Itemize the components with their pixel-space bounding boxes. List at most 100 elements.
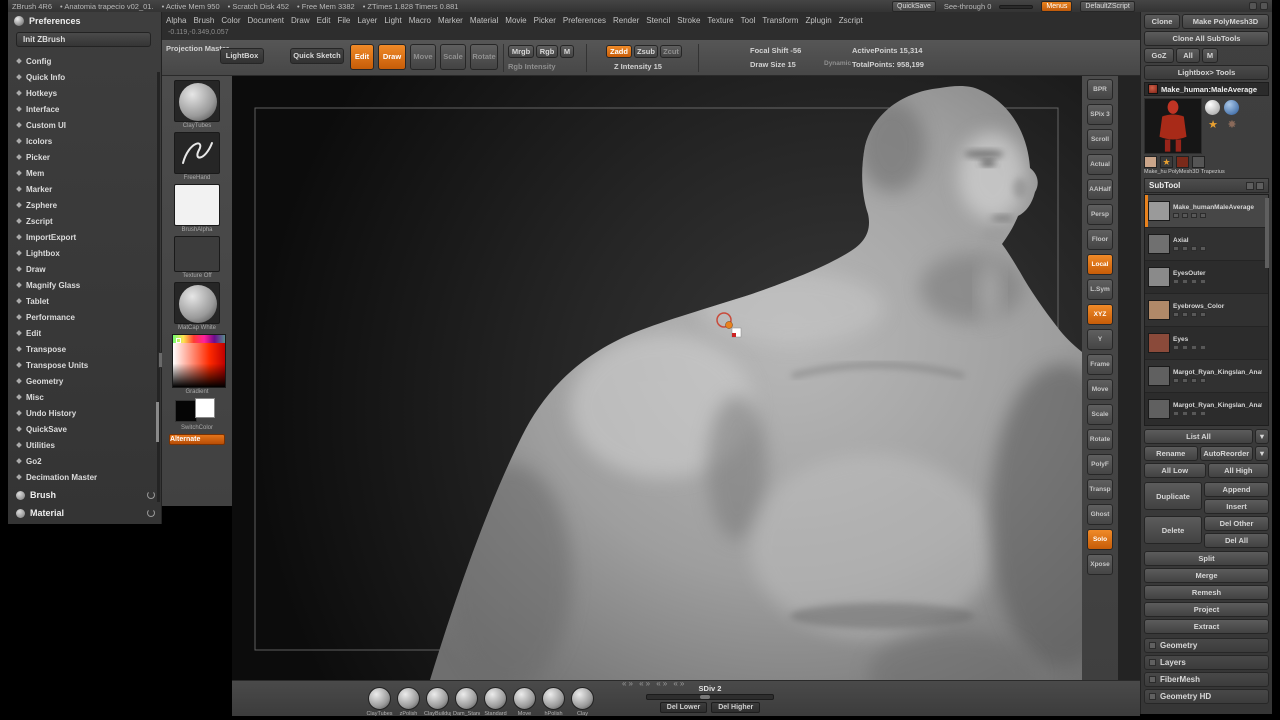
sculpt-toggle-icon[interactable]: [1191, 378, 1197, 383]
see-through-slider[interactable]: [999, 4, 1034, 9]
sculpt-toggle-icon[interactable]: [1191, 213, 1197, 218]
subtool-extra-icon[interactable]: [1200, 279, 1206, 284]
simplebrush-icon[interactable]: [1205, 100, 1220, 115]
zsphere-icon[interactable]: ✸: [1224, 118, 1240, 132]
recent-tool-thumbnail[interactable]: [1144, 156, 1157, 168]
subtool-row[interactable]: Margot_Ryan_Kingslan_Anatomy: [1145, 360, 1268, 393]
menu-item[interactable]: Material: [470, 16, 498, 25]
viewport-shelf-icon[interactable]: BPR: [1087, 79, 1113, 100]
subtool-row[interactable]: Axial: [1145, 228, 1268, 261]
preferences-item[interactable]: Picker: [8, 149, 161, 165]
quicksave-button[interactable]: QuickSave: [892, 1, 936, 12]
menu-item[interactable]: Marker: [438, 16, 463, 25]
viewport-shelf-icon[interactable]: Y: [1087, 329, 1113, 350]
menus-button[interactable]: Menus: [1041, 1, 1073, 12]
zsub-button[interactable]: Zsub: [634, 45, 658, 58]
menu-item[interactable]: Draw: [291, 16, 310, 25]
menu-item[interactable]: Color: [221, 16, 240, 25]
brush-preset[interactable]: zPolish: [395, 687, 422, 717]
polypaint-icon[interactable]: [1182, 246, 1188, 251]
menu-item[interactable]: Movie: [505, 16, 526, 25]
subtool-group-button[interactable]: Project: [1144, 602, 1269, 617]
window-config-icon[interactable]: [1260, 2, 1268, 10]
subtool-row[interactable]: Eyes: [1145, 327, 1268, 360]
preferences-item[interactable]: Magnify Glass: [8, 277, 161, 293]
viewport-shelf-icon[interactable]: Local: [1087, 254, 1113, 275]
insert-button[interactable]: Insert: [1204, 499, 1269, 514]
brush-preset[interactable]: ClayBuildup: [424, 687, 451, 717]
del-higher-button[interactable]: Del Higher: [711, 702, 761, 713]
preferences-item[interactable]: Transpose Units: [8, 357, 161, 373]
viewport-shelf-icon[interactable]: Floor: [1087, 229, 1113, 250]
preferences-item[interactable]: Performance: [8, 309, 161, 325]
sculpt-toggle-icon[interactable]: [1191, 345, 1197, 350]
edit-mode-button[interactable]: Edit: [350, 44, 374, 70]
subtool-section-header[interactable]: SubTool: [1144, 178, 1269, 193]
alternate-button[interactable]: Alternate: [169, 434, 225, 445]
current-alpha-swatch[interactable]: BrushAlpha: [172, 184, 222, 233]
preferences-item[interactable]: Misc: [8, 389, 161, 405]
preferences-item[interactable]: Geometry: [8, 373, 161, 389]
viewport-shelf-icon[interactable]: L.Sym: [1087, 279, 1113, 300]
rgb-button[interactable]: Rgb: [536, 45, 558, 58]
subtool-group-button[interactable]: Merge: [1144, 568, 1269, 583]
viewport-shelf-icon[interactable]: SPix 3: [1087, 104, 1113, 125]
goz-all-button[interactable]: All: [1176, 48, 1200, 63]
menu-item[interactable]: Preferences: [563, 16, 606, 25]
preferences-item[interactable]: Interface: [8, 101, 161, 117]
viewport-shelf-icon[interactable]: Persp: [1087, 204, 1113, 225]
rename-button[interactable]: Rename: [1144, 446, 1198, 461]
viewport-shelf-icon[interactable]: AAHalf: [1087, 179, 1113, 200]
polypaint-icon[interactable]: [1182, 378, 1188, 383]
preferences-item[interactable]: ImportExport: [8, 229, 161, 245]
init-zbrush-button[interactable]: Init ZBrush: [16, 32, 151, 47]
polymesh-star-icon[interactable]: ★: [1205, 118, 1221, 132]
tool-section-header[interactable]: Geometry HD: [1144, 689, 1269, 704]
rotate-mode-button[interactable]: Rotate: [470, 44, 498, 70]
switch-color-widget[interactable]: SwitchColor: [172, 398, 222, 431]
preferences-item[interactable]: QuickSave: [8, 421, 161, 437]
viewport-shelf-icon[interactable]: Rotate: [1087, 429, 1113, 450]
sculpt-model[interactable]: [232, 76, 1082, 680]
zcut-button[interactable]: Zcut: [660, 45, 682, 58]
lightbox-button[interactable]: LightBox: [220, 48, 264, 64]
menu-item[interactable]: Macro: [409, 16, 431, 25]
preferences-item[interactable]: Transpose: [8, 341, 161, 357]
menu-item[interactable]: Edit: [317, 16, 331, 25]
subtool-extra-icon[interactable]: [1200, 411, 1206, 416]
m-button[interactable]: M: [560, 45, 574, 58]
del-other-button[interactable]: Del Other: [1204, 516, 1269, 531]
current-brush-swatch[interactable]: ClayTubes: [172, 80, 222, 129]
visibility-eye-icon[interactable]: [1173, 246, 1179, 251]
viewport-shelf-icon[interactable]: Scroll: [1087, 129, 1113, 150]
subtool-row[interactable]: Make_humanMaleAverage: [1145, 195, 1268, 228]
menu-item[interactable]: Stencil: [646, 16, 670, 25]
preferences-item[interactable]: Marker: [8, 181, 161, 197]
dynamic-toggle[interactable]: Dynamic: [824, 60, 851, 67]
viewport-shelf-icon[interactable]: Ghost: [1087, 504, 1113, 525]
visibility-eye-icon[interactable]: [1173, 213, 1179, 218]
tool-section-header[interactable]: Geometry: [1144, 638, 1269, 653]
mrgb-button[interactable]: Mrgb: [508, 45, 534, 58]
preferences-scrollbar[interactable]: [156, 72, 160, 502]
brush-preset[interactable]: Dam_Standard: [453, 687, 480, 717]
polypaint-icon[interactable]: [1182, 312, 1188, 317]
menu-item[interactable]: Alpha: [166, 16, 186, 25]
menu-item[interactable]: Transform: [762, 16, 798, 25]
clone-all-subtools-button[interactable]: Clone All SubTools: [1144, 31, 1269, 46]
subtool-group-button[interactable]: Split: [1144, 551, 1269, 566]
tool-section-header[interactable]: Layers: [1144, 655, 1269, 670]
sdiv-slider-thumb[interactable]: [699, 695, 710, 699]
active-tool-thumbnail[interactable]: [1144, 98, 1202, 154]
viewport-shelf-icon[interactable]: PolyF: [1087, 454, 1113, 475]
menu-item[interactable]: Texture: [707, 16, 733, 25]
subtool-group-button[interactable]: Extract: [1144, 619, 1269, 634]
color-picker-square[interactable]: [172, 334, 226, 388]
preferences-item[interactable]: Lightbox: [8, 245, 161, 261]
list-all-button[interactable]: List All: [1144, 429, 1253, 444]
current-stroke-swatch[interactable]: FreeHand: [172, 132, 222, 181]
preferences-item[interactable]: Draw: [8, 261, 161, 277]
move-mode-button[interactable]: Move: [410, 44, 436, 70]
sculpt-toggle-icon[interactable]: [1191, 312, 1197, 317]
recent-tool-thumbnail[interactable]: [1176, 156, 1189, 168]
